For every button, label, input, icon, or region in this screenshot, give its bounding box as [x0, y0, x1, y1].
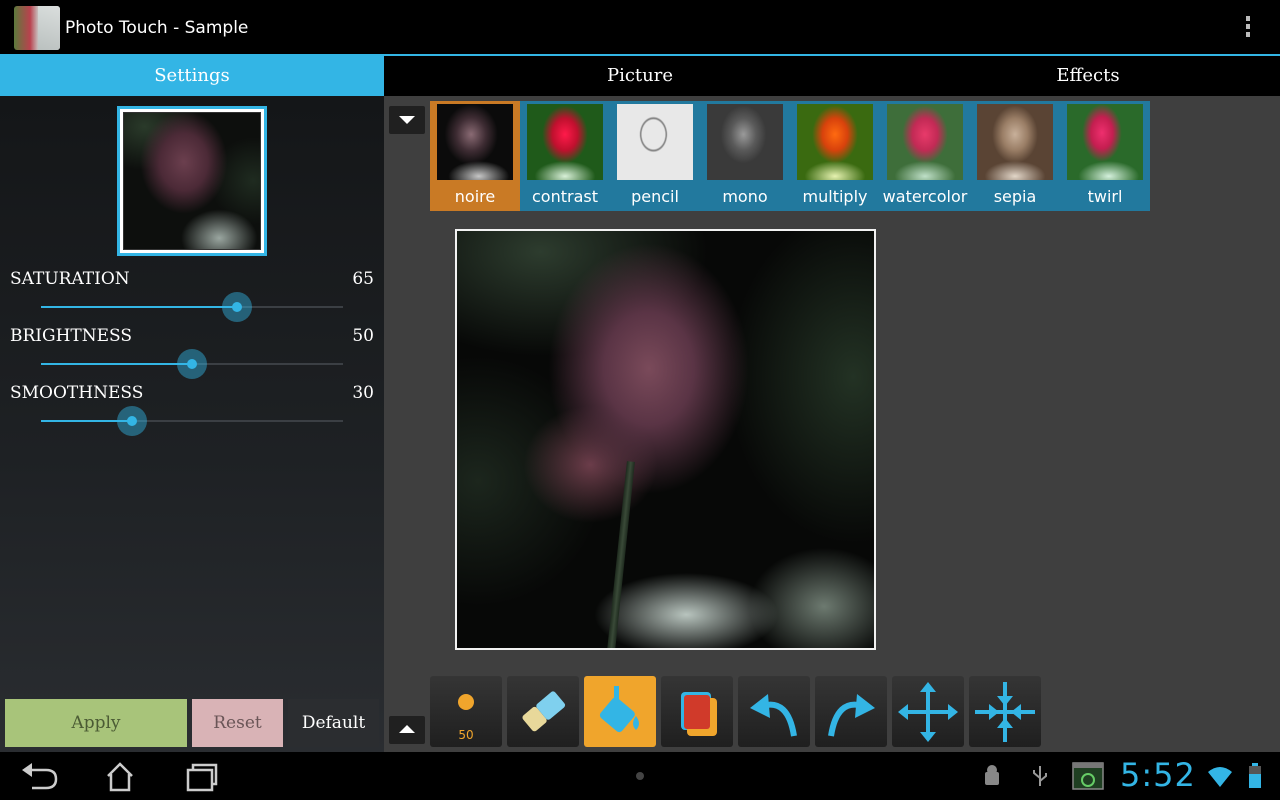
photo-stem [607, 461, 635, 648]
effect-label: watercolor [882, 187, 968, 206]
effect-mono[interactable]: mono [700, 101, 790, 211]
layers-icon [681, 692, 717, 736]
effect-watercolor-thumbnail [887, 104, 963, 180]
editor-panel: noire contrast pencil mono multiply wate… [384, 96, 1280, 752]
brightness-label: BRIGHTNESS [10, 326, 133, 346]
effect-sepia[interactable]: sepia [970, 101, 1060, 211]
brush-size-button[interactable]: 50 [430, 676, 502, 747]
smoothness-label: SMOOTHNESS [10, 383, 144, 403]
effect-twirl[interactable]: twirl [1060, 101, 1150, 211]
back-button[interactable] [16, 760, 64, 792]
effect-label: contrast [532, 187, 598, 206]
redo-button[interactable] [815, 676, 887, 747]
effect-watercolor[interactable]: watercolor [880, 101, 970, 211]
tab-bar: Settings Picture Effects [0, 54, 1280, 96]
app-icon[interactable] [14, 6, 60, 50]
effect-label: multiply [802, 187, 868, 206]
usb-icon [1033, 766, 1047, 786]
home-button[interactable] [96, 760, 144, 792]
effects-strip: noire contrast pencil mono multiply wate… [430, 101, 1150, 211]
layers-button[interactable] [661, 676, 733, 747]
effect-pencil[interactable]: pencil [610, 101, 700, 211]
move-arrows-icon [898, 682, 958, 742]
effect-sepia-thumbnail [977, 104, 1053, 180]
saturation-label: SATURATION [10, 269, 130, 289]
fit-button[interactable] [969, 676, 1041, 747]
effect-contrast-thumbnail [527, 104, 603, 180]
apply-button[interactable]: Apply [5, 699, 187, 747]
effect-pencil-thumbnail [617, 104, 693, 180]
recent-apps-icon [186, 763, 218, 792]
effect-mono-thumbnail [707, 104, 783, 180]
page-indicator-dot [636, 772, 644, 780]
smoothness-slider[interactable] [41, 406, 343, 436]
tab-settings[interactable]: Settings [0, 54, 384, 96]
saturation-slider[interactable] [41, 292, 343, 322]
eraser-button[interactable] [507, 676, 579, 747]
screenshot-notification-icon [1072, 762, 1104, 790]
eraser-icon [522, 691, 566, 732]
undo-icon [750, 694, 797, 737]
chevron-down-icon [399, 116, 415, 124]
effect-label: mono [722, 187, 768, 206]
smoothness-slider-thumb[interactable] [116, 406, 147, 436]
fill-bucket-button[interactable] [584, 676, 656, 747]
saturation-value: 65 [352, 269, 374, 289]
saturation-slider-thumb[interactable] [222, 292, 253, 322]
recent-apps-button[interactable] [176, 760, 224, 792]
effect-label: noire [454, 187, 496, 206]
effect-contrast[interactable]: contrast [520, 101, 610, 211]
effect-twirl-thumbnail [1067, 104, 1143, 180]
brightness-slider-thumb[interactable] [177, 349, 207, 379]
android-debug-icon [985, 765, 999, 785]
back-icon [22, 763, 58, 790]
brightness-slider-fill [41, 363, 192, 365]
undo-button[interactable] [738, 676, 810, 747]
effect-noire[interactable]: noire [430, 101, 520, 211]
app-title: Photo Touch - Sample [65, 18, 249, 38]
brightness-value: 50 [352, 326, 374, 346]
effect-label: pencil [631, 187, 679, 206]
default-button[interactable]: Default [288, 699, 379, 747]
tab-effects[interactable]: Effects [896, 56, 1280, 96]
brush-size-value: 50 [458, 728, 474, 742]
status-clock: 5:52 [1120, 756, 1196, 794]
effect-label: sepia [993, 187, 1037, 206]
tab-picture[interactable]: Picture [448, 56, 832, 96]
fit-arrows-icon [975, 682, 1035, 742]
action-bar: Photo Touch - Sample [0, 0, 1280, 56]
paint-bucket-icon [599, 686, 639, 733]
effect-multiply[interactable]: multiply [790, 101, 880, 211]
chevron-up-icon [399, 725, 415, 733]
effect-multiply-thumbnail [797, 104, 873, 180]
system-navigation-bar: 5:52 [0, 752, 1280, 800]
move-button[interactable] [892, 676, 964, 747]
smoothness-value: 30 [352, 383, 374, 403]
photo-canvas[interactable] [455, 229, 876, 650]
preview-thumbnail[interactable] [117, 106, 267, 256]
home-icon [107, 762, 133, 792]
saturation-slider-fill [41, 306, 238, 308]
effect-label: twirl [1087, 187, 1123, 206]
overflow-menu-icon[interactable] [1237, 14, 1259, 42]
effect-noire-thumbnail [437, 104, 513, 180]
brightness-slider[interactable] [41, 349, 343, 379]
reset-button[interactable]: Reset [192, 699, 283, 747]
redo-icon [828, 694, 875, 737]
settings-panel: SATURATION 65 BRIGHTNESS 50 SMOOTHNESS 3… [0, 96, 384, 752]
battery-icon [1249, 763, 1261, 788]
expand-toolbar-button[interactable] [389, 716, 425, 744]
collapse-effects-button[interactable] [389, 106, 425, 134]
wifi-icon [1208, 767, 1232, 787]
